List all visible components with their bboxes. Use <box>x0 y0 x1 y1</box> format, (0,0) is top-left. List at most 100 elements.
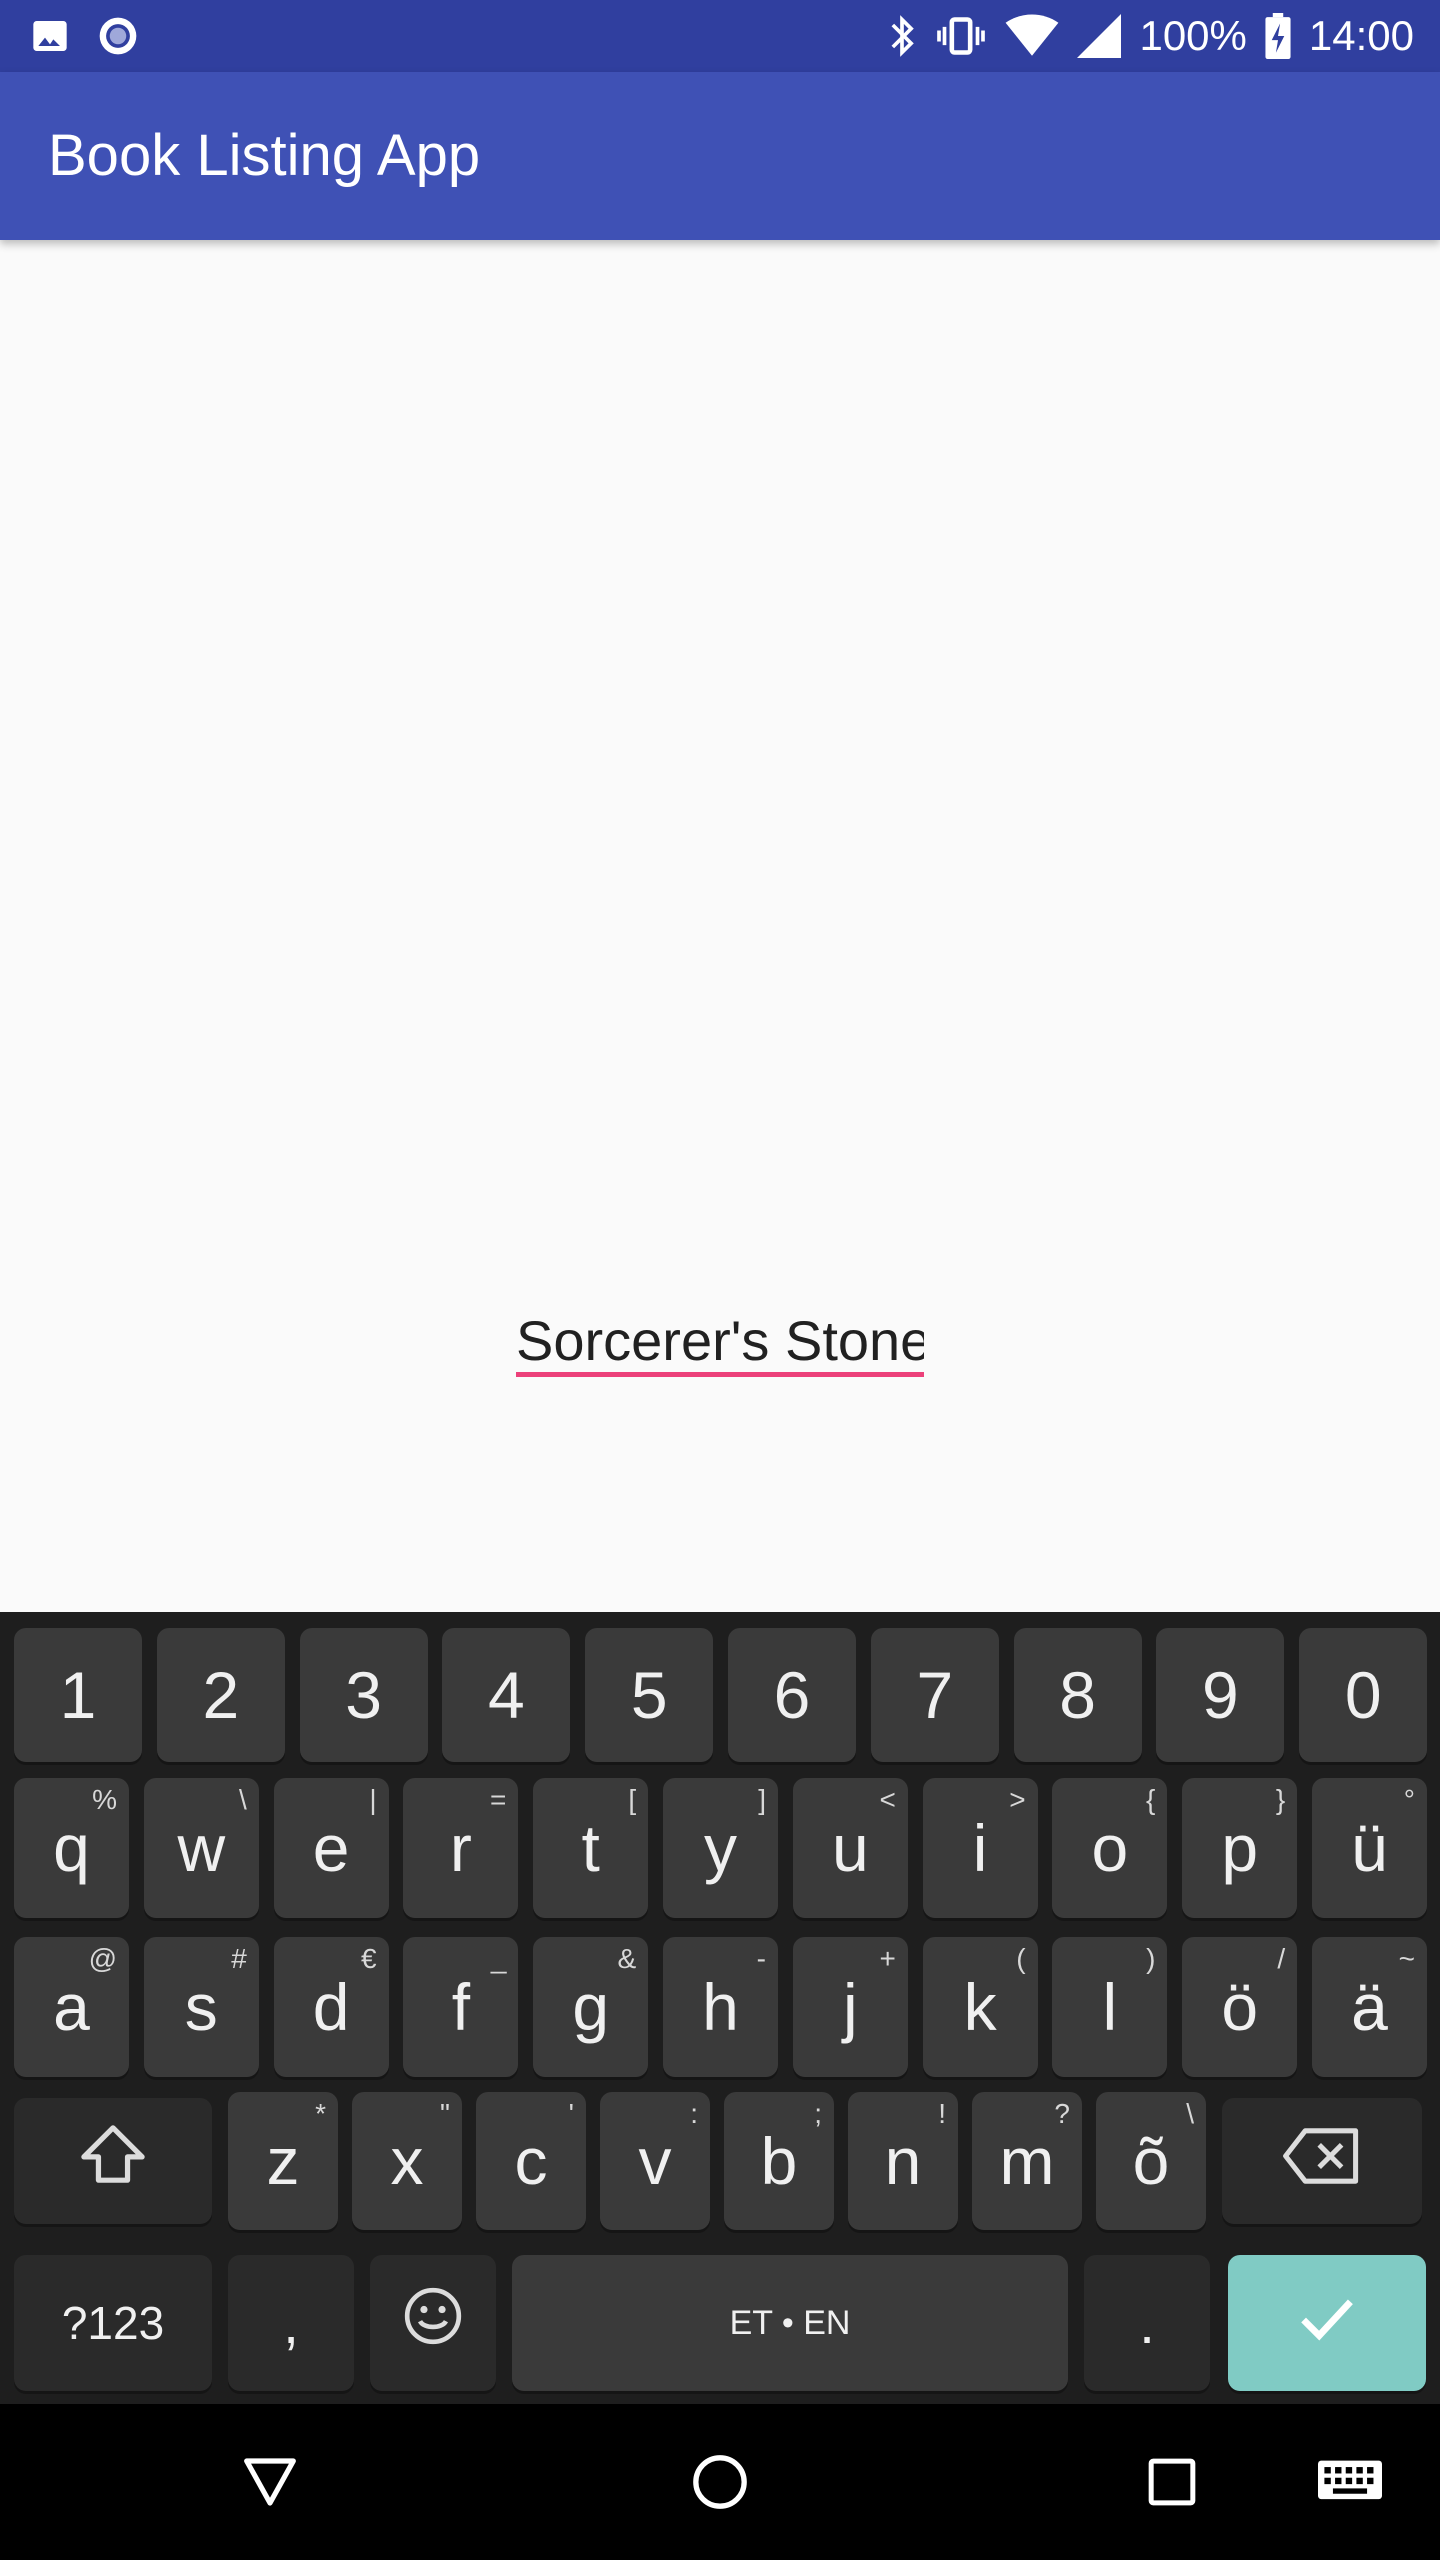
key-hint: ; <box>814 2098 822 2129</box>
key-p[interactable]: p} <box>1182 1778 1298 1918</box>
key-label: q <box>53 1811 90 1885</box>
key-6[interactable]: 6 <box>728 1628 856 1762</box>
backspace-icon <box>1282 2123 1362 2199</box>
key-label: 8 <box>1059 1658 1096 1732</box>
enter-key[interactable] <box>1228 2255 1426 2391</box>
key-hint: _ <box>490 1943 507 1974</box>
key-label: k <box>963 1970 997 2044</box>
key-g[interactable]: g & <box>533 1937 649 2077</box>
key-label: 9 <box>1202 1658 1239 1732</box>
back-triangle-icon[interactable] <box>220 2404 320 2560</box>
shift-key[interactable] <box>14 2098 212 2224</box>
key-label: x <box>390 2124 424 2198</box>
key-hint: + <box>879 1943 896 1974</box>
key-e[interactable]: e | <box>273 1778 389 1918</box>
key-label: d <box>312 1970 350 2044</box>
backspace-key[interactable] <box>1222 2098 1422 2224</box>
period-key[interactable]: . <box>1084 2255 1210 2391</box>
key-j[interactable]: j + <box>792 1937 908 2077</box>
key-b[interactable]: b; <box>724 2092 834 2230</box>
key-hint: / <box>1277 1943 1286 1974</box>
key-n[interactable]: n! <box>848 2092 958 2230</box>
key-c[interactable]: c ' <box>476 2092 586 2230</box>
recents-square-icon[interactable] <box>1122 2404 1222 2560</box>
battery-percent: 100% <box>1139 12 1247 59</box>
key-h[interactable]: h- <box>663 1937 778 2077</box>
key-ö[interactable]: ö / <box>1182 1937 1298 2077</box>
comma-key[interactable]: , <box>228 2255 354 2391</box>
key-label: v <box>638 2124 672 2198</box>
key-label: ö <box>1221 1970 1259 2044</box>
key-hint: ] <box>758 1784 766 1815</box>
key-d[interactable]: d € <box>273 1937 389 2077</box>
checkmark-icon <box>1295 2285 1359 2361</box>
key-k[interactable]: k( <box>922 1937 1038 2077</box>
key-label: f <box>451 1970 471 2044</box>
home-circle-icon[interactable] <box>670 2404 770 2560</box>
key-o[interactable]: o{ <box>1052 1778 1168 1918</box>
key-t[interactable]: t[ <box>533 1778 649 1918</box>
key-label: i <box>972 1811 988 1885</box>
key-label: 6 <box>773 1658 811 1732</box>
key-hint: { <box>1146 1784 1156 1815</box>
key-ä[interactable]: ä ~ <box>1312 1937 1427 2077</box>
key-1[interactable]: 1 <box>14 1628 142 1762</box>
key-v[interactable]: v: <box>600 2092 710 2230</box>
key-0[interactable]: 0 <box>1299 1628 1428 1762</box>
key-label: b <box>760 2124 798 2198</box>
key-label: 2 <box>202 1658 240 1732</box>
key-5[interactable]: 5 <box>585 1628 714 1762</box>
symbols-key[interactable]: ?123 <box>14 2255 212 2391</box>
search-input[interactable] <box>516 1300 924 1380</box>
key-hint: & <box>617 1943 637 1974</box>
key-l[interactable]: l) <box>1052 1937 1168 2077</box>
key-q[interactable]: q% <box>14 1778 129 1918</box>
key-label: m <box>999 2124 1055 2198</box>
key-ü[interactable]: ü ° <box>1312 1778 1427 1918</box>
key-label: o <box>1091 1811 1129 1885</box>
key-3[interactable]: 3 <box>299 1628 428 1762</box>
circle-record-icon <box>96 14 140 58</box>
key-õ[interactable]: õ \ <box>1096 2092 1206 2230</box>
wifi-icon <box>1005 14 1059 58</box>
key-r[interactable]: r = <box>403 1778 519 1918</box>
key-label: a <box>53 1970 90 2044</box>
image-icon <box>30 16 70 56</box>
key-y[interactable]: y] <box>663 1778 778 1918</box>
key-x[interactable]: x " <box>352 2092 462 2230</box>
key-hint: } <box>1275 1784 1286 1815</box>
key-label: ü <box>1351 1811 1388 1885</box>
key-i[interactable]: i > <box>922 1778 1038 1918</box>
key-hint: * <box>315 2098 326 2129</box>
key-2[interactable]: 2 <box>156 1628 285 1762</box>
search-underline <box>516 1372 924 1377</box>
emoji-key[interactable] <box>370 2255 496 2391</box>
key-label: r <box>449 1811 472 1885</box>
key-f[interactable]: f _ <box>403 1937 519 2077</box>
key-label: 7 <box>916 1658 954 1732</box>
key-hint: : <box>690 2098 698 2129</box>
key-w[interactable]: w \ <box>143 1778 259 1918</box>
key-u[interactable]: u < <box>792 1778 908 1918</box>
key-9[interactable]: 9 <box>1156 1628 1285 1762</box>
key-label: 1 <box>59 1658 97 1732</box>
key-a[interactable]: a @ <box>14 1937 129 2077</box>
battery-icon <box>1265 13 1291 59</box>
key-7[interactable]: 7 <box>870 1628 999 1762</box>
keyboard-icon[interactable] <box>1300 2404 1400 2560</box>
key-hint: # <box>231 1943 247 1974</box>
shift-icon <box>77 2122 149 2201</box>
key-m[interactable]: m? <box>972 2092 1082 2230</box>
key-label: c <box>514 2124 548 2198</box>
vibrate-icon <box>935 14 987 58</box>
key-label: 3 <box>345 1658 382 1732</box>
key-4[interactable]: 4 <box>442 1628 571 1762</box>
space-key[interactable]: ET • EN <box>512 2255 1068 2391</box>
key-label: g <box>572 1970 610 2044</box>
key-z[interactable]: z * <box>228 2092 338 2230</box>
key-label: s <box>184 1970 218 2044</box>
navigation-bar <box>0 2404 1440 2560</box>
key-8[interactable]: 8 <box>1013 1628 1142 1762</box>
key-label: j <box>842 1970 858 2044</box>
key-s[interactable]: s # <box>143 1937 259 2077</box>
